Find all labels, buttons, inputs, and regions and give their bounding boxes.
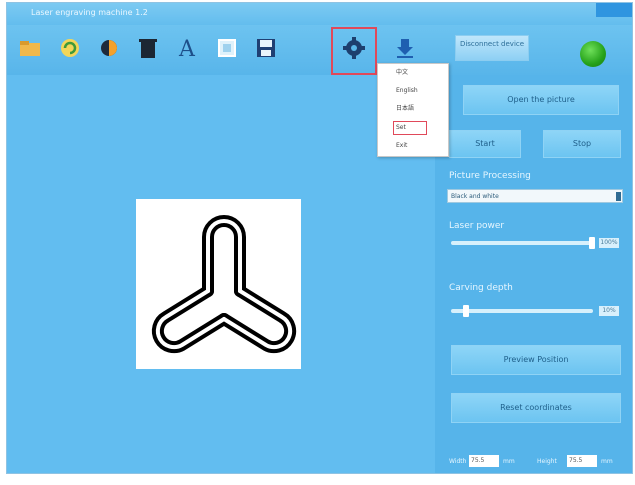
settings-dropdown-menu: 中文 English 日本語 Set Exit (377, 63, 449, 157)
laser-power-value: 100% (599, 238, 619, 248)
height-unit: mm (601, 458, 613, 465)
preview-position-button[interactable]: Preview Position (451, 345, 621, 375)
menu-item-set-highlight (393, 121, 427, 135)
app-window: Laser engraving machine 1.2 A Disconnect… (6, 2, 633, 474)
menu-item-exit[interactable]: Exit (378, 139, 448, 153)
height-input[interactable]: 75.5 (567, 455, 597, 467)
menu-item-chinese[interactable]: 中文 (378, 66, 448, 80)
carving-depth-knob[interactable] (463, 305, 469, 317)
work-canvas[interactable] (7, 75, 435, 473)
carving-depth-value: 10% (599, 306, 619, 316)
width-label: Width (449, 458, 467, 465)
connection-status-indicator (580, 41, 606, 67)
close-button[interactable] (596, 3, 632, 17)
menu-item-english[interactable]: English (378, 84, 448, 98)
carving-depth-slider[interactable] (451, 305, 593, 317)
picture-processing-label: Picture Processing (449, 171, 531, 181)
stop-button[interactable]: Stop (543, 130, 621, 158)
text-icon[interactable]: A (172, 33, 202, 63)
gear-selection-highlight (331, 27, 377, 75)
title-bar: Laser engraving machine 1.2 (7, 3, 632, 25)
engraving-image[interactable] (136, 199, 301, 369)
chevron-down-icon (616, 192, 621, 201)
refresh-icon[interactable] (55, 33, 85, 63)
laser-power-knob[interactable] (589, 237, 595, 249)
control-panel: Open the picture Start Stop Picture Proc… (435, 75, 632, 473)
download-icon[interactable] (390, 33, 420, 63)
open-picture-button[interactable]: Open the picture (463, 85, 619, 115)
toolbar: A Disconnect device (7, 25, 632, 75)
width-input[interactable]: 75.5 (469, 455, 499, 467)
height-label: Height (537, 458, 557, 465)
reset-coordinates-button[interactable]: Reset coordinates (451, 393, 621, 423)
laser-power-slider[interactable] (451, 237, 595, 249)
brightness-icon[interactable] (94, 33, 124, 63)
laser-power-label: Laser power (449, 221, 505, 231)
svg-text:A: A (178, 37, 196, 60)
width-unit: mm (503, 458, 515, 465)
start-button[interactable]: Start (449, 130, 521, 158)
picture-processing-select[interactable]: Black and white (447, 189, 623, 203)
trash-icon[interactable] (133, 33, 163, 63)
disconnect-button[interactable]: Disconnect device (455, 35, 529, 61)
save-icon[interactable] (251, 33, 281, 63)
scan-icon[interactable] (212, 33, 242, 63)
window-title: Laser engraving machine 1.2 (31, 8, 148, 17)
folder-icon[interactable] (15, 33, 45, 63)
menu-item-japanese[interactable]: 日本語 (378, 102, 448, 116)
picture-processing-value: Black and white (451, 193, 499, 200)
carving-depth-label: Carving depth (449, 283, 513, 293)
